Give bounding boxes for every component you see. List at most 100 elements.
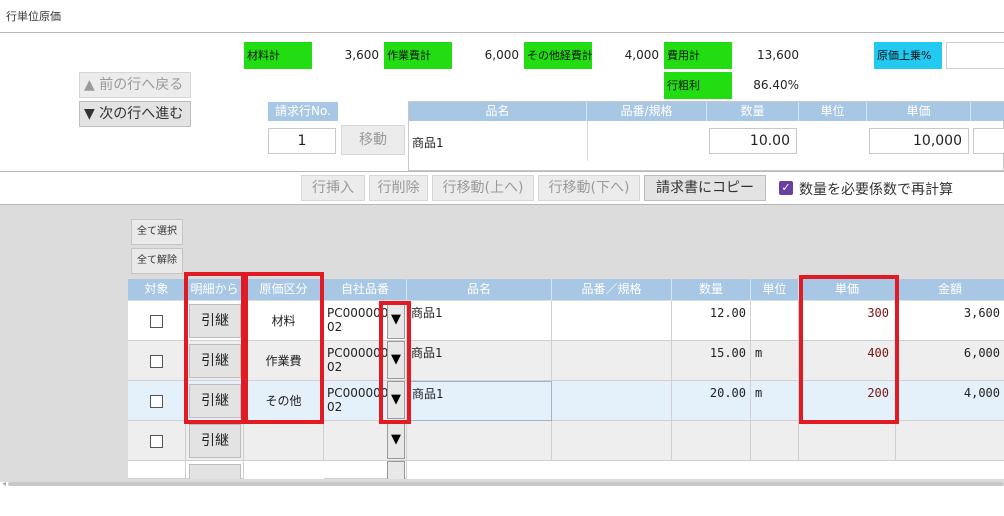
row-target-cell xyxy=(128,421,186,461)
grid-col-spec: 品番／規格 xyxy=(552,279,672,300)
line-extra-input[interactable] xyxy=(973,128,1004,154)
row-quantity-cell[interactable] xyxy=(672,421,751,461)
col-item-name: 品名 xyxy=(409,102,587,121)
billing-row-header: 請求行No. xyxy=(268,102,338,121)
row-amount: 4,000 xyxy=(963,386,1000,400)
row-item-name-cell[interactable]: 商品1 xyxy=(407,341,552,381)
billing-row-input[interactable]: 1 xyxy=(268,128,336,154)
select-all-button[interactable]: 全て選択 xyxy=(131,219,183,245)
labor-total-value: 6,000 xyxy=(484,48,519,62)
row-checkbox[interactable] xyxy=(150,355,163,368)
carry-over-button[interactable]: 引継 xyxy=(189,424,241,458)
copy-to-invoice-button[interactable]: 請求書にコピー xyxy=(644,175,766,201)
row-amount: 6,000 xyxy=(963,346,1000,360)
gross-profit-label: 行粗利 xyxy=(664,72,732,99)
recalc-label: 数量を必要係数で再計算 xyxy=(799,182,953,198)
row-amount: 3,600 xyxy=(963,306,1000,320)
row-amount-cell xyxy=(896,421,1004,461)
grid-col-item-name: 品名 xyxy=(407,279,552,300)
row-amount-cell: 3,600 xyxy=(896,301,1004,341)
row-unit-cell[interactable] xyxy=(751,421,799,461)
col-extra xyxy=(971,102,1004,121)
row-item-name: 商品1 xyxy=(412,387,444,401)
row-unit-cell[interactable]: m xyxy=(751,381,799,421)
row-unit-cell[interactable] xyxy=(751,301,799,341)
page-title: 行単位原価 xyxy=(6,10,61,23)
material-total-label: 材料計 xyxy=(244,42,312,69)
row-quantity: 15.00 xyxy=(709,346,746,360)
row-spec[interactable] xyxy=(552,341,672,381)
other-total-label: その他経費計 xyxy=(524,42,592,69)
line-quantity-input[interactable]: 10.00 xyxy=(709,128,797,154)
divider xyxy=(0,32,1004,33)
row-item-name-cell[interactable] xyxy=(407,421,552,461)
row-quantity-cell[interactable]: 20.00 xyxy=(672,381,751,421)
row-checkbox[interactable] xyxy=(150,315,163,328)
gross-profit-value: 86.40% xyxy=(753,78,799,92)
row-internal-code-cell: ▼ xyxy=(324,421,407,461)
grid-col-amount: 金額 xyxy=(896,279,1004,300)
highlight-cost-category xyxy=(244,272,324,424)
move-row-down-button[interactable]: 行移動(下へ) xyxy=(538,175,640,201)
col-quantity: 数量 xyxy=(707,102,799,121)
grid-col-quantity: 数量 xyxy=(672,279,751,300)
row-target-cell xyxy=(128,341,186,381)
move-button[interactable]: 移動 xyxy=(341,125,405,155)
line-item-name: 商品1 xyxy=(412,136,444,150)
row-quantity: 12.00 xyxy=(709,306,746,320)
markup-percent-input[interactable] xyxy=(946,42,1004,69)
horizontal-scrollbar[interactable] xyxy=(8,482,1004,486)
insert-row-button[interactable]: 行挿入 xyxy=(301,175,365,201)
carry-over-button[interactable] xyxy=(189,464,241,479)
scroll-left-icon[interactable]: ◂ xyxy=(2,479,6,488)
markup-percent-label: 原価上乗% xyxy=(874,42,942,69)
row-item-name-cell[interactable]: 商品1 xyxy=(407,301,552,341)
row-unit-cell[interactable]: m xyxy=(751,341,799,381)
row-spec[interactable] xyxy=(552,301,672,341)
deselect-all-button[interactable]: 全て解除 xyxy=(131,248,183,274)
row-checkbox[interactable] xyxy=(150,395,163,408)
row-target-cell xyxy=(128,301,186,341)
material-total-value: 3,600 xyxy=(344,48,379,62)
row-target-cell xyxy=(128,381,186,421)
divider xyxy=(0,171,1004,172)
grid-col-internal-code: 自社品番 xyxy=(324,279,407,300)
row-target-cell xyxy=(128,461,186,479)
col-divider xyxy=(587,121,588,161)
row-cost-category[interactable] xyxy=(244,421,324,461)
row-amount-cell: 6,000 xyxy=(896,341,1004,381)
row-quantity-cell[interactable]: 12.00 xyxy=(672,301,751,341)
row-item-name: 商品1 xyxy=(411,346,443,360)
labor-total-label: 作業費計 xyxy=(384,42,452,69)
grid-col-unit: 単位 xyxy=(751,279,799,300)
table-row[interactable] xyxy=(128,461,1004,479)
row-spec[interactable] xyxy=(552,421,672,461)
highlight-unit-price xyxy=(799,275,899,424)
row-amount-cell: 4,000 xyxy=(896,381,1004,421)
recalc-checkbox[interactable]: ✓ xyxy=(779,181,793,195)
row-quantity-cell[interactable]: 15.00 xyxy=(672,341,751,381)
row-spec[interactable] xyxy=(552,381,672,421)
row-item-name-cell[interactable]: 商品1 xyxy=(407,381,552,421)
cost-total-label: 費用計 xyxy=(664,42,732,69)
prev-row-button[interactable]: ▲ 前の行へ戻る xyxy=(79,72,191,98)
line-unit-price-input[interactable]: 10,000 xyxy=(869,128,969,154)
row-unit: m xyxy=(755,386,763,400)
highlight-dropdown xyxy=(379,301,411,424)
row-internal-code-cell xyxy=(324,461,407,479)
row-checkbox[interactable] xyxy=(150,435,163,448)
highlight-from-detail xyxy=(184,272,245,424)
table-row[interactable]: 引継 ▼ xyxy=(128,421,1004,461)
row-quantity: 20.00 xyxy=(709,386,746,400)
dropdown-icon[interactable] xyxy=(387,461,405,479)
delete-row-button[interactable]: 行削除 xyxy=(369,175,428,201)
dropdown-icon[interactable]: ▼ xyxy=(387,421,405,459)
row-unit: m xyxy=(755,346,763,360)
next-row-button[interactable]: ▼ 次の行へ進む xyxy=(79,101,191,127)
row-item-name: 商品1 xyxy=(411,306,443,320)
col-unit-price: 単価 xyxy=(867,102,971,121)
col-item-spec: 品番/規格 xyxy=(587,102,707,121)
move-row-up-button[interactable]: 行移動(上へ) xyxy=(432,175,534,201)
row-unit-price-cell[interactable] xyxy=(799,421,896,461)
grid-col-target: 対象 xyxy=(128,279,186,300)
